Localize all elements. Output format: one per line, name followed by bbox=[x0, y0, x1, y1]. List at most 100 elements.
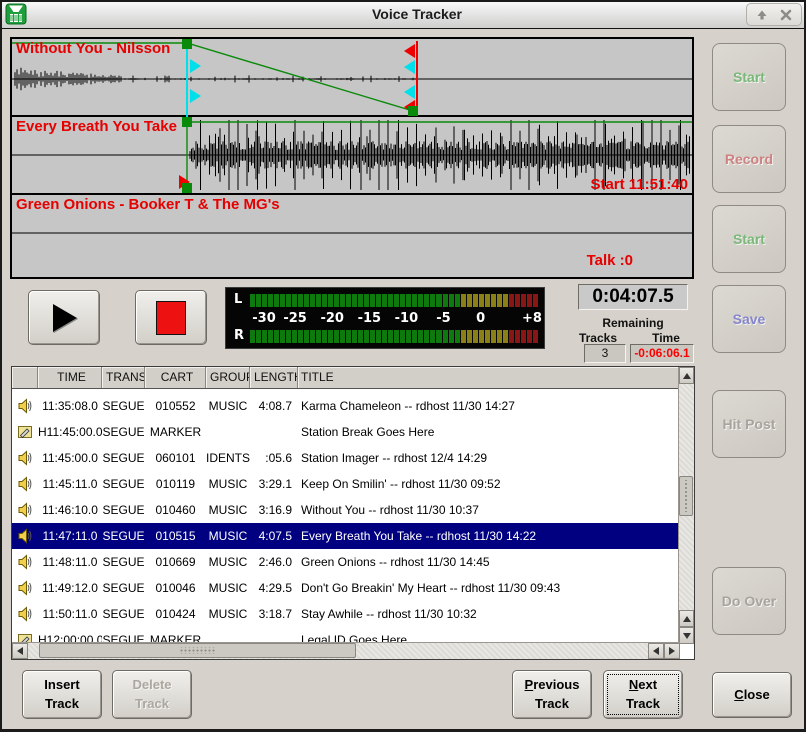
column-header-icon[interactable] bbox=[12, 367, 38, 388]
next-track-button[interactable]: NextTrack bbox=[603, 670, 683, 719]
play-button[interactable] bbox=[28, 290, 100, 345]
stop-button[interactable] bbox=[135, 290, 207, 345]
column-header-trans[interactable]: TRANS bbox=[102, 367, 145, 388]
log-cell: MUSIC bbox=[206, 555, 250, 569]
log-row[interactable]: H11:45:00.0SEGUEMARKERStation Break Goes… bbox=[12, 419, 679, 445]
meter-segment bbox=[527, 330, 532, 343]
delete-track-button[interactable]: DeleteTrack bbox=[112, 670, 192, 719]
log-cell: Don't Go Breakin' My Heart -- rdhost 11/… bbox=[298, 581, 679, 595]
close-window-icon[interactable] bbox=[777, 6, 795, 24]
meter-segment bbox=[334, 330, 339, 343]
button-label: Start bbox=[733, 231, 765, 247]
log-cell: Karma Chameleon -- rdhost 11/30 14:27 bbox=[298, 399, 679, 413]
log-row[interactable]: 11:45:00.0SEGUE060101IDENTS:05.6Station … bbox=[12, 445, 679, 471]
column-header-time[interactable]: TIME bbox=[38, 367, 102, 388]
vu-meter: L -30-25-20-15-10-50+8 R bbox=[225, 287, 545, 349]
meter-scale-label: 0 bbox=[476, 311, 485, 326]
log-row[interactable]: 11:45:11.0SEGUE010119MUSIC3:29.1Keep On … bbox=[12, 471, 679, 497]
meter-segment bbox=[461, 294, 466, 307]
log-cell: 11:45:11.0 bbox=[38, 477, 102, 491]
segue-end-marker-arrow[interactable] bbox=[404, 44, 415, 58]
log-row[interactable]: 11:50:11.0SEGUE010424MUSIC3:18.7Stay Awh… bbox=[12, 601, 679, 627]
meter-segment bbox=[412, 330, 417, 343]
save-button[interactable]: Save bbox=[712, 285, 786, 353]
hit-post-button[interactable]: Hit Post bbox=[712, 390, 786, 458]
scroll-up-button[interactable] bbox=[679, 367, 694, 384]
fade-handle[interactable] bbox=[182, 39, 192, 49]
meter-segment bbox=[310, 294, 315, 307]
column-header-title[interactable]: TITLE bbox=[298, 367, 679, 388]
fade-handle[interactable] bbox=[182, 183, 192, 193]
meter-segment bbox=[394, 294, 399, 307]
log-cell: 4:08.7 bbox=[250, 399, 298, 413]
fade-handle[interactable] bbox=[182, 117, 192, 127]
log-row[interactable]: 11:35:08.0SEGUE010552MUSIC4:08.7Karma Ch… bbox=[12, 393, 679, 419]
meter-segment bbox=[406, 330, 411, 343]
log-cell: 010669 bbox=[145, 555, 206, 569]
meter-segment bbox=[509, 330, 514, 343]
up-arrow-icon bbox=[683, 616, 691, 622]
track-title: Every Breath You Take bbox=[16, 118, 177, 135]
titlebar[interactable]: Voice Tracker bbox=[0, 0, 806, 29]
meter-segment bbox=[491, 294, 496, 307]
meter-scale-label: -25 bbox=[283, 311, 307, 326]
talk-start-marker-arrow[interactable] bbox=[190, 89, 201, 103]
scroll-left-button-right[interactable] bbox=[648, 643, 664, 659]
meter-scale-label: -5 bbox=[436, 311, 450, 326]
log-cell: SEGUE bbox=[102, 425, 145, 439]
meter-segment bbox=[292, 330, 297, 343]
vertical-scroll-track[interactable] bbox=[679, 384, 694, 610]
meter-segment bbox=[352, 294, 357, 307]
talk-start-marker-arrow[interactable] bbox=[190, 59, 201, 73]
column-header-length[interactable]: LENGTH bbox=[250, 367, 298, 388]
talk-end-marker-arrow[interactable] bbox=[404, 60, 415, 74]
button-label-line: Track bbox=[626, 695, 660, 713]
log-table: TIMETRANSCARTGROUPLENGTHTITLE 11:35:08.0… bbox=[11, 366, 695, 660]
log-row[interactable]: 11:49:12.0SEGUE010046MUSIC4:29.5Don't Go… bbox=[12, 575, 679, 601]
scroll-left-button[interactable] bbox=[12, 643, 28, 659]
horizontal-scroll-track[interactable] bbox=[28, 643, 648, 659]
meter-segment bbox=[376, 294, 381, 307]
horizontal-scroll-thumb[interactable] bbox=[39, 643, 356, 658]
voice-track-1[interactable]: Without You - Nilsson bbox=[12, 39, 692, 117]
voice-track-3[interactable]: Green Onions - Booker T & The MG's Talk … bbox=[12, 195, 692, 273]
insert-track-button[interactable]: InsertTrack bbox=[22, 670, 102, 719]
column-header-cart[interactable]: CART bbox=[145, 367, 206, 388]
shade-window-icon[interactable] bbox=[753, 6, 771, 24]
vertical-scrollbar[interactable] bbox=[678, 367, 694, 644]
log-rows: 11:35:08.0SEGUE010552MUSIC4:08.7Karma Ch… bbox=[12, 389, 679, 644]
vertical-scroll-thumb[interactable] bbox=[679, 476, 693, 516]
speaker-icon bbox=[17, 606, 33, 622]
log-row[interactable]: 11:47:11.0SEGUE010515MUSIC4:07.5Every Br… bbox=[12, 523, 679, 549]
track-talk-time: Talk :0 bbox=[587, 252, 633, 269]
column-header-group[interactable]: GROUP bbox=[206, 367, 250, 388]
scroll-right-button[interactable] bbox=[664, 643, 680, 659]
horizontal-scrollbar[interactable] bbox=[12, 642, 680, 659]
scroll-up-button-bottom[interactable] bbox=[679, 610, 694, 627]
meter-segment bbox=[455, 294, 460, 307]
close-button[interactable]: Close bbox=[712, 672, 792, 718]
meter-segment bbox=[449, 294, 454, 307]
log-cell: Station Imager -- rdhost 12/4 14:29 bbox=[298, 451, 679, 465]
meter-segment bbox=[533, 330, 538, 343]
meter-segment bbox=[280, 294, 285, 307]
button-label: Do Over bbox=[722, 593, 776, 609]
meter-segment bbox=[340, 294, 345, 307]
meter-segment bbox=[370, 330, 375, 343]
app-icon bbox=[4, 2, 28, 26]
start-track2-button[interactable]: Start bbox=[712, 205, 786, 273]
meter-segment bbox=[382, 330, 387, 343]
row-type-icon bbox=[12, 476, 38, 492]
previous-track-button[interactable]: PreviousTrack bbox=[512, 670, 592, 719]
record-button[interactable]: Record bbox=[712, 125, 786, 193]
talk-end-marker-arrow[interactable] bbox=[404, 85, 415, 99]
scroll-down-button[interactable] bbox=[679, 627, 694, 644]
log-cell: MUSIC bbox=[206, 607, 250, 621]
voice-track-2[interactable]: Every Breath You Take Start 11:51:40 bbox=[12, 117, 692, 195]
meter-segment bbox=[467, 294, 472, 307]
log-row[interactable]: 11:46:10.0SEGUE010460MUSIC3:16.9Without … bbox=[12, 497, 679, 523]
start-track1-button[interactable]: Start bbox=[712, 43, 786, 111]
fade-handle[interactable] bbox=[408, 106, 418, 116]
do-over-button[interactable]: Do Over bbox=[712, 567, 786, 635]
log-row[interactable]: 11:48:11.0SEGUE010669MUSIC2:46.0Green On… bbox=[12, 549, 679, 575]
